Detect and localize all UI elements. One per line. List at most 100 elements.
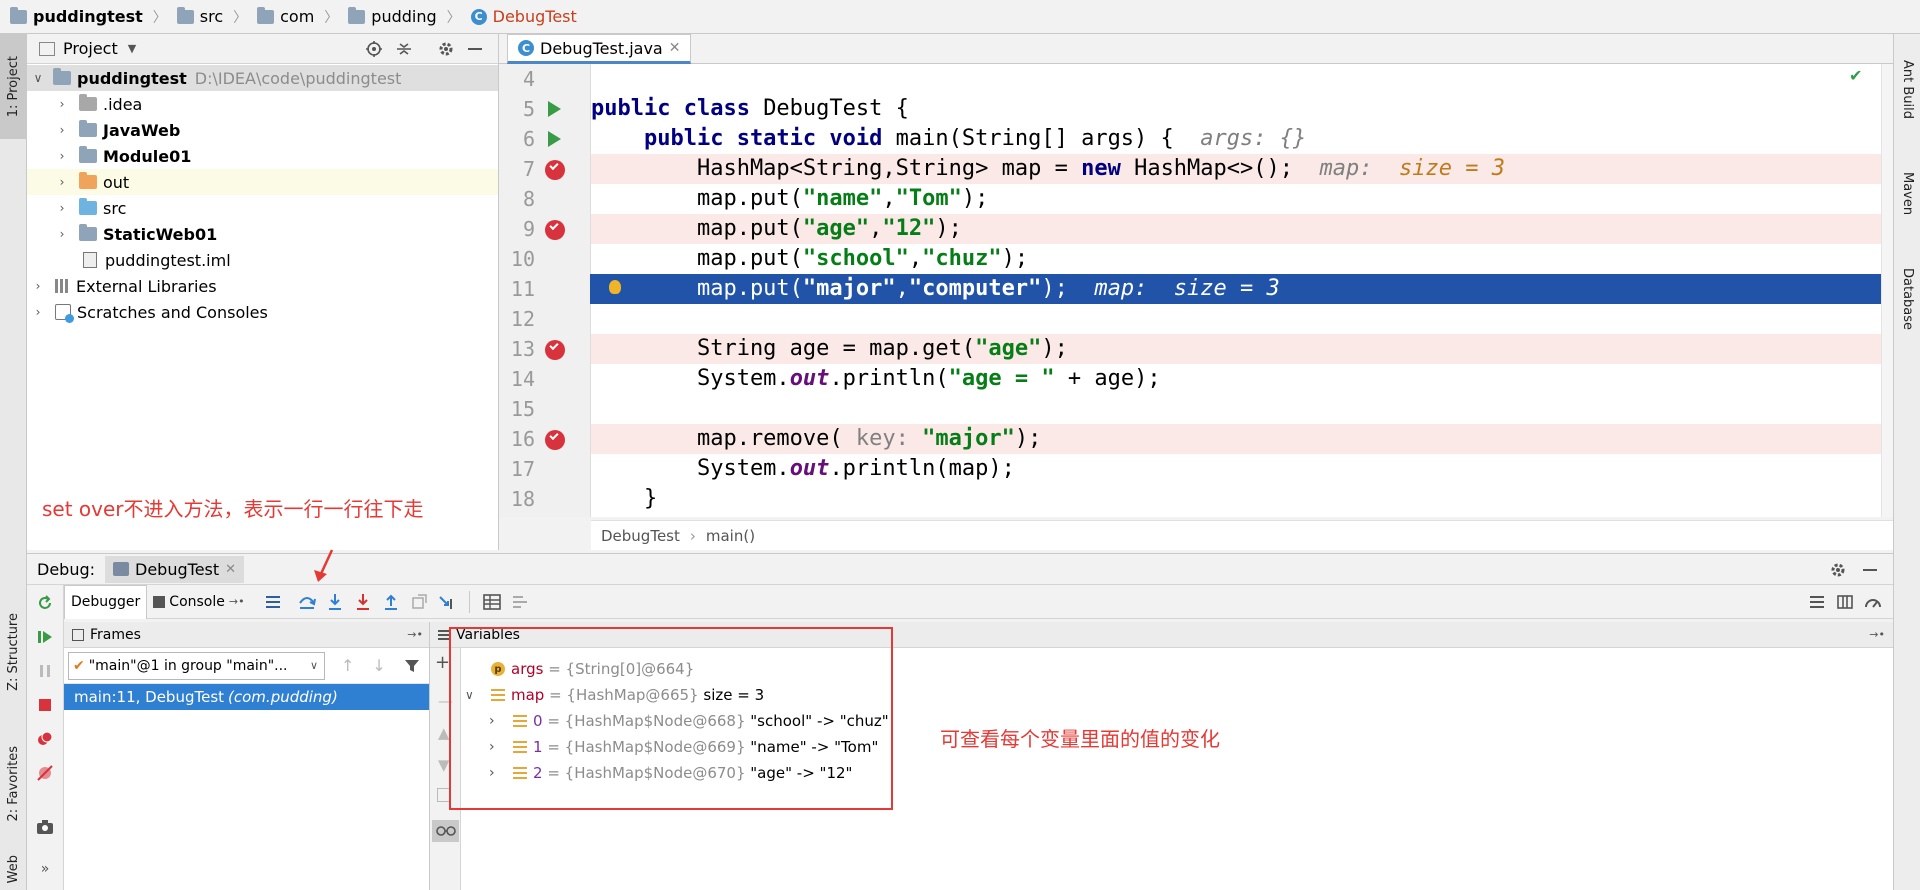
chevron-right-icon[interactable]: › — [31, 305, 45, 319]
run-gutter-icon[interactable] — [548, 101, 561, 117]
pin-icon[interactable]: →• — [229, 595, 245, 608]
stop-icon[interactable] — [31, 691, 59, 719]
chevron-right-icon[interactable]: › — [55, 201, 69, 215]
close-icon[interactable]: ✕ — [225, 562, 236, 577]
editor-scrollbar[interactable] — [1881, 64, 1893, 517]
code-editor[interactable]: public class DebugTest { public static v… — [591, 64, 1893, 517]
tree-item-idea[interactable]: › .idea — [27, 91, 498, 117]
mute-breakpoints-icon[interactable] — [31, 759, 59, 787]
resume-icon[interactable] — [31, 623, 59, 651]
tree-item-iml[interactable]: puddingtest.iml — [27, 247, 498, 273]
tree-item-staticweb01[interactable]: › StaticWeb01 — [27, 221, 498, 247]
tool-tab-database[interactable]: Database — [1894, 249, 1920, 349]
breadcrumb-item-com[interactable]: com 〉 — [257, 6, 342, 27]
tree-item-out[interactable]: › out — [27, 169, 498, 195]
view-breakpoints-icon[interactable] — [31, 725, 59, 753]
tree-item-javaweb[interactable]: › JavaWeb — [27, 117, 498, 143]
step-out-button[interactable] — [377, 588, 405, 616]
pin-icon[interactable]: →• — [1869, 628, 1885, 641]
chevron-right-icon[interactable]: › — [55, 175, 69, 189]
minimize-icon[interactable] — [468, 48, 482, 50]
breadcrumb-method[interactable]: main() — [706, 527, 755, 545]
plus-icon[interactable]: + — [435, 652, 450, 673]
trace-button[interactable] — [506, 588, 534, 616]
code-line-6: public static void main(String[] args) {… — [591, 126, 1307, 151]
arrow-down-icon[interactable]: ▼ — [438, 756, 450, 774]
project-view-selector[interactable]: Project — [63, 39, 118, 58]
collapse-all-icon[interactable] — [395, 40, 413, 58]
editor-tab-bar: C DebugTest.java ✕ — [499, 34, 1893, 64]
chevron-right-icon[interactable]: › — [31, 279, 45, 293]
left-tool-strip: 1: Project Z: Structure 2: Favorites Web — [0, 34, 27, 890]
tree-item-scratches[interactable]: › Scratches and Consoles — [27, 299, 498, 325]
editor-gutter[interactable]: 4 5 6 7 8 9 10 11 12 13 14 15 16 17 18 — [499, 64, 621, 517]
filter-icon[interactable] — [404, 658, 420, 674]
breadcrumb-item-pudding[interactable]: pudding 〉 — [348, 6, 464, 27]
breadcrumb-class[interactable]: DebugTest — [601, 527, 680, 545]
breakpoint-icon[interactable] — [545, 160, 565, 180]
tree-item-src[interactable]: › src — [27, 195, 498, 221]
tool-tab-favorites[interactable]: 2: Favorites — [0, 724, 27, 844]
gear-icon[interactable] — [1829, 561, 1847, 579]
gear-icon[interactable] — [437, 40, 455, 58]
chevron-right-icon[interactable]: › — [55, 123, 69, 137]
minimize-icon[interactable] — [1863, 569, 1877, 571]
frames-icon — [72, 628, 84, 641]
tree-item-external-libraries[interactable]: › External Libraries — [27, 273, 498, 299]
show-execution-point-button[interactable] — [259, 588, 287, 616]
close-icon[interactable]: ✕ — [669, 40, 681, 56]
breadcrumb-item-class[interactable]: C DebugTest — [470, 7, 577, 26]
chevron-right-icon[interactable]: › — [55, 97, 69, 111]
arrow-down-icon[interactable]: ↓ — [372, 656, 385, 675]
pause-icon[interactable] — [31, 657, 59, 685]
locate-icon[interactable] — [365, 40, 383, 58]
thread-selector[interactable]: ✔ "main"@1 in group "main"... ∨ — [68, 651, 325, 680]
lightbulb-icon[interactable] — [609, 280, 621, 294]
tab-debugger[interactable]: Debugger — [64, 584, 148, 619]
more-icon[interactable]: » — [31, 855, 59, 883]
breadcrumb-item-src[interactable]: src 〉 — [176, 6, 251, 27]
pin-icon[interactable]: →• — [407, 628, 423, 641]
arrow-up-icon[interactable]: ↑ — [341, 656, 354, 675]
tool-tab-maven[interactable]: Maven — [1894, 154, 1920, 234]
run-to-cursor-button[interactable] — [433, 588, 461, 616]
editor-tab-debugtest[interactable]: C DebugTest.java ✕ — [507, 34, 692, 64]
breakpoint-check-icon — [549, 340, 559, 351]
force-step-into-button[interactable] — [349, 588, 377, 616]
step-into-button[interactable] — [321, 588, 349, 616]
thread-row: ✔ "main"@1 in group "main"... ∨ ↑ ↓ — [64, 648, 429, 684]
run-gutter-icon[interactable] — [548, 131, 561, 147]
inline-debug-value: map: — [1319, 156, 1399, 181]
chevron-down-icon[interactable]: ▼ — [128, 42, 136, 55]
debug-config-tab[interactable]: DebugTest ✕ — [105, 555, 245, 583]
chevron-right-icon[interactable]: › — [55, 149, 69, 163]
tool-tab-web[interactable]: Web — [0, 849, 27, 889]
chevron-down-icon[interactable]: ∨ — [31, 71, 45, 85]
breakpoint-icon[interactable] — [545, 340, 565, 360]
frame-item[interactable]: main:11, DebugTest (com.pudding) — [64, 684, 429, 710]
arrow-up-icon[interactable]: ▲ — [438, 724, 450, 742]
drop-frame-button[interactable] — [405, 588, 433, 616]
tool-tab-structure[interactable]: Z: Structure — [0, 589, 27, 714]
memory-gauge-icon[interactable] — [1859, 588, 1887, 616]
tool-tab-ant-build[interactable]: Ant Build — [1894, 42, 1920, 137]
chevron-right-icon: 〉 — [446, 9, 461, 26]
java-class-icon: C — [470, 8, 487, 25]
rerun-icon[interactable] — [31, 589, 59, 617]
annotation-highlight-box — [449, 627, 893, 810]
camera-icon[interactable] — [31, 813, 59, 841]
tree-item-module01[interactable]: › Module01 — [27, 143, 498, 169]
breakpoint-icon[interactable] — [545, 430, 565, 450]
inspection-ok-icon[interactable]: ✔ — [1849, 66, 1862, 85]
tab-console[interactable]: Console →• — [147, 585, 250, 619]
tool-tab-project[interactable]: 1: Project — [0, 34, 27, 139]
layout-button[interactable] — [1803, 588, 1831, 616]
step-over-button[interactable] — [293, 588, 321, 616]
glasses-icon[interactable] — [432, 820, 459, 842]
evaluate-expression-button[interactable] — [478, 588, 506, 616]
breakpoint-icon[interactable] — [545, 220, 565, 240]
chevron-right-icon[interactable]: › — [55, 227, 69, 241]
columns-button[interactable] — [1831, 588, 1859, 616]
breadcrumb-item-project[interactable]: puddingtest 〉 — [10, 6, 171, 27]
tree-item-root[interactable]: ∨ puddingtest D:\IDEA\code\puddingtest — [27, 65, 498, 91]
